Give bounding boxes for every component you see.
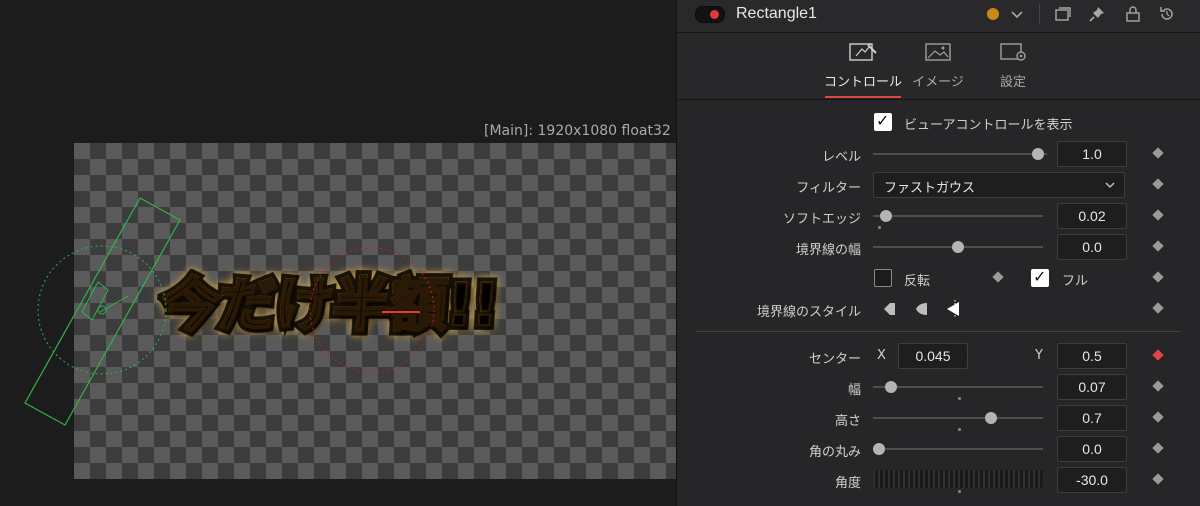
center-x-label: X xyxy=(877,348,886,363)
center-y-label: Y xyxy=(1035,348,1043,363)
row-width: 幅 0.07 xyxy=(677,373,1200,401)
center-label: センター xyxy=(808,352,861,367)
row-show-viewer-controls: ビューアコントロールを表示 xyxy=(677,108,1200,136)
width-field[interactable]: 0.07 xyxy=(1057,374,1127,400)
invert-label: 反転 xyxy=(904,274,931,289)
level-label: レベル xyxy=(821,150,861,165)
soft-edge-slider[interactable] xyxy=(873,210,1043,222)
red-circle-gizmo[interactable] xyxy=(309,247,435,373)
width-label: 幅 xyxy=(847,383,861,398)
versions-icon[interactable] xyxy=(1053,4,1073,24)
filter-label: フィルター xyxy=(796,181,861,196)
angle-default-marker xyxy=(958,490,961,493)
invert-keyframe-icon[interactable] xyxy=(992,271,1004,283)
height-label: 高さ xyxy=(834,414,861,429)
show-viewer-controls-label: ビューアコントロールを表示 xyxy=(904,118,1073,133)
filter-keyframe-icon[interactable] xyxy=(1152,178,1164,190)
row-border-width: 境界線の幅 0.0 xyxy=(677,233,1200,261)
node-color-swatch[interactable] xyxy=(987,8,999,20)
border-width-slider-thumb[interactable] xyxy=(952,241,964,253)
border-width-label: 境界線の幅 xyxy=(795,243,861,258)
solid-checkbox[interactable] xyxy=(1031,267,1049,287)
join-round-icon[interactable] xyxy=(913,299,931,319)
level-field[interactable]: 1.0 xyxy=(1057,141,1127,167)
row-level: レベル 1.0 xyxy=(677,140,1200,168)
inspector-panel: Rectangle1 コントロール イメージ 設定 ✓ ビューアコントロールを表… xyxy=(676,0,1200,506)
filter-dropdown[interactable]: ファストガウス xyxy=(873,172,1125,198)
border-style-keyframe-icon[interactable] xyxy=(1152,302,1164,314)
soft-edge-slider-thumb[interactable] xyxy=(880,210,892,222)
viewer-panel[interactable]: [Main]: 1920x1080 float32 今だけ半額!! 今だけ半額!… xyxy=(0,0,676,506)
tab-settings[interactable]: 設定 xyxy=(968,41,1058,90)
border-style-label: 境界線のスタイル xyxy=(756,305,861,320)
invert-checkbox[interactable] xyxy=(874,269,892,287)
angle-jog-wheel[interactable] xyxy=(873,470,1043,488)
join-miter-icon[interactable] xyxy=(945,299,963,319)
angle-field[interactable]: -30.0 xyxy=(1057,467,1127,493)
row-center: センター X 0.045 Y 0.5 xyxy=(677,342,1200,370)
center-keyframe-icon[interactable] xyxy=(1152,349,1164,361)
section-divider xyxy=(695,331,1181,332)
rectangle-gizmo[interactable] xyxy=(24,197,181,426)
height-field[interactable]: 0.7 xyxy=(1057,405,1127,431)
border-width-field[interactable]: 0.0 xyxy=(1057,234,1127,260)
level-keyframe-icon[interactable] xyxy=(1152,147,1164,159)
row-filter: フィルター ファストガウス xyxy=(677,171,1200,199)
soft-edge-field[interactable]: 0.02 xyxy=(1057,203,1127,229)
chevron-down-icon xyxy=(1105,182,1115,189)
corner-radius-label: 角の丸み xyxy=(808,445,861,460)
filter-dropdown-value: ファストガウス xyxy=(884,181,976,196)
header-divider xyxy=(1039,4,1040,24)
controls-icon xyxy=(849,43,877,61)
solid-label: フル xyxy=(1062,274,1089,289)
border-width-slider[interactable] xyxy=(873,241,1043,253)
tab-settings-label: 設定 xyxy=(999,75,1026,90)
soft-edge-keyframe-icon[interactable] xyxy=(1152,209,1164,221)
chevron-down-icon[interactable] xyxy=(1007,4,1027,24)
width-slider[interactable] xyxy=(873,381,1043,393)
level-slider[interactable] xyxy=(873,148,1047,160)
node-enable-toggle[interactable] xyxy=(695,6,725,23)
settings-icon xyxy=(1000,43,1026,61)
lock-icon[interactable] xyxy=(1123,4,1143,24)
viewer-controls-overlay[interactable] xyxy=(0,0,676,506)
corner-radius-field[interactable]: 0.0 xyxy=(1057,436,1127,462)
row-soft-edge: ソフトエッジ 0.02 xyxy=(677,202,1200,230)
row-height: 高さ 0.7 xyxy=(677,404,1200,432)
center-x-field[interactable]: 0.045 xyxy=(898,343,968,369)
level-slider-thumb[interactable] xyxy=(1032,148,1045,160)
corner-radius-slider-thumb[interactable] xyxy=(873,443,885,455)
row-border-style: 境界線のスタイル xyxy=(677,295,1200,323)
row-angle: 角度 -30.0 xyxy=(677,466,1200,494)
corner-radius-slider[interactable] xyxy=(873,443,1043,455)
node-name: Rectangle1 xyxy=(736,5,817,22)
active-tab-indicator xyxy=(825,96,901,98)
corner-radius-keyframe-icon[interactable] xyxy=(1152,442,1164,454)
join-bevel-icon[interactable] xyxy=(881,299,899,319)
center-y-field[interactable]: 0.5 xyxy=(1057,343,1127,369)
pin-icon[interactable] xyxy=(1087,4,1107,24)
row-corner-radius: 角の丸み 0.0 xyxy=(677,435,1200,463)
show-viewer-controls-checkbox[interactable] xyxy=(874,111,892,131)
angle-keyframe-icon[interactable] xyxy=(1152,473,1164,485)
image-icon xyxy=(925,43,951,61)
soft-edge-label: ソフトエッジ xyxy=(782,212,861,227)
width-keyframe-icon[interactable] xyxy=(1152,380,1164,392)
width-slider-thumb[interactable] xyxy=(885,381,897,393)
row-invert-solid: 反転 フル xyxy=(677,264,1200,292)
solid-keyframe-icon[interactable] xyxy=(1152,271,1164,283)
soft-edge-default-marker xyxy=(878,226,881,229)
height-default-marker xyxy=(958,428,961,431)
height-slider-thumb[interactable] xyxy=(985,412,997,424)
width-default-marker xyxy=(958,397,961,400)
inspector-tabs: コントロール イメージ 設定 xyxy=(677,33,1200,100)
border-width-keyframe-icon[interactable] xyxy=(1152,240,1164,252)
node-header: Rectangle1 xyxy=(677,0,1200,33)
height-slider[interactable] xyxy=(873,412,1043,424)
height-keyframe-icon[interactable] xyxy=(1152,411,1164,423)
angle-label: 角度 xyxy=(834,476,861,491)
reset-icon[interactable] xyxy=(1157,4,1177,24)
